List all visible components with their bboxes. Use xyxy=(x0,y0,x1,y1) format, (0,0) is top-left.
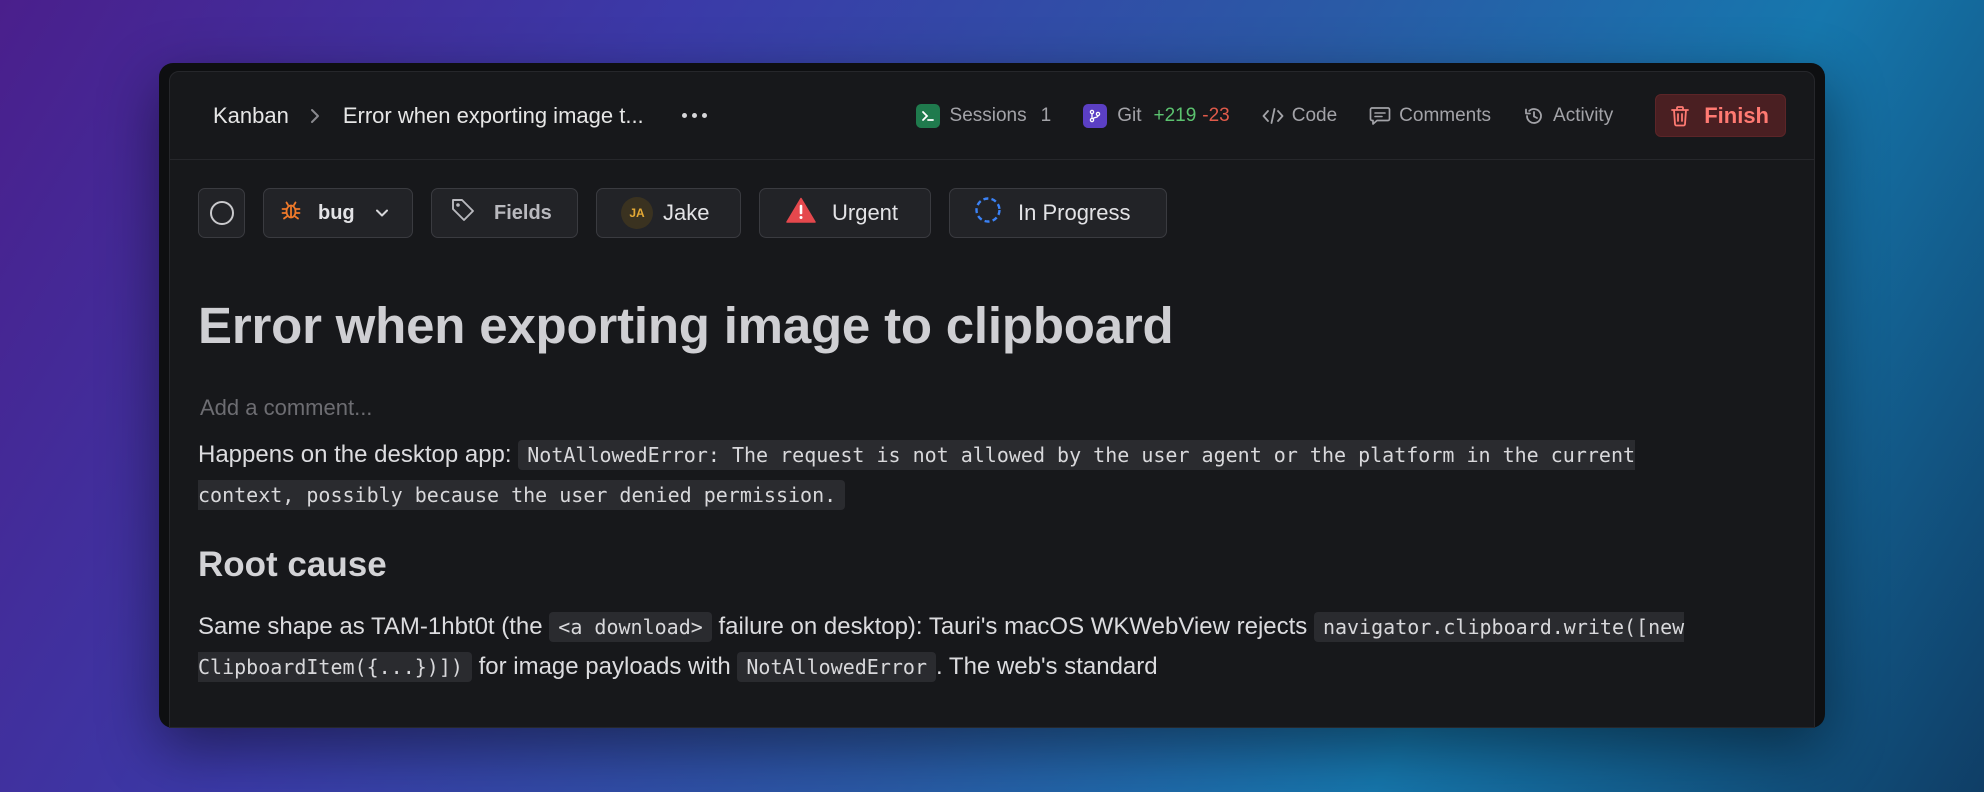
issue-tabs: Sessions 1 Git +219 -23 Code Comments Ac… xyxy=(915,103,1613,128)
code-icon xyxy=(1262,107,1284,125)
tab-comments-label: Comments xyxy=(1399,104,1492,126)
comment-input[interactable] xyxy=(198,395,898,421)
tab-git[interactable]: Git +219 -23 xyxy=(1083,103,1230,128)
top-bar: Kanban Error when exporting image t... S… xyxy=(170,72,1814,160)
tab-sessions[interactable]: Sessions 1 xyxy=(915,103,1052,128)
in-progress-icon xyxy=(974,196,1002,230)
issue-title[interactable]: Error when exporting image to clipboard xyxy=(198,296,1814,355)
tab-activity[interactable]: Activity xyxy=(1523,105,1613,127)
chevron-right-icon xyxy=(309,108,321,124)
priority-button[interactable]: Urgent xyxy=(759,188,931,238)
status-toggle-button[interactable] xyxy=(198,188,245,238)
root-cause-text-a: Same shape as TAM-1hbt0t (the xyxy=(198,613,543,640)
tab-sessions-label: Sessions xyxy=(949,104,1027,126)
priority-label: Urgent xyxy=(832,200,899,225)
tab-comments[interactable]: Comments xyxy=(1369,105,1491,127)
fields-button[interactable]: Fields xyxy=(431,188,578,238)
warning-icon xyxy=(786,197,816,229)
root-cause-text-c: for image payloads with xyxy=(478,653,731,680)
issue-content: bug Fields JA Jake Urgent In Progress Er… xyxy=(170,160,1814,687)
root-cause-text-b: failure on desktop): Tauri's macOS WKWeb… xyxy=(718,613,1308,640)
tab-code[interactable]: Code xyxy=(1262,105,1337,127)
circle-icon xyxy=(209,201,234,225)
root-cause-paragraph: Same shape as TAM-1hbt0t (the <a downloa… xyxy=(198,607,1718,687)
trash-icon xyxy=(1670,105,1690,127)
git-additions: +219 xyxy=(1153,104,1197,126)
assignee-button[interactable]: JA Jake xyxy=(596,188,741,238)
app-window: Kanban Error when exporting image t... S… xyxy=(159,63,1825,728)
finish-button[interactable]: Finish xyxy=(1655,94,1786,137)
terminal-icon xyxy=(915,103,940,128)
issue-panel: Kanban Error when exporting image t... S… xyxy=(169,71,1815,728)
root-cause-text-d: . The web's standard xyxy=(936,653,1158,680)
description-paragraph: Happens on the desktop app: NotAllowedEr… xyxy=(198,435,1718,515)
history-icon xyxy=(1523,105,1545,127)
tab-code-label: Code xyxy=(1291,104,1338,126)
tag-icon xyxy=(450,197,476,229)
tab-git-label: Git xyxy=(1117,104,1142,126)
avatar: JA xyxy=(621,197,653,229)
status-button[interactable]: In Progress xyxy=(949,188,1167,238)
finish-label: Finish xyxy=(1704,102,1769,128)
tab-activity-label: Activity xyxy=(1553,104,1614,126)
comment-icon xyxy=(1369,106,1391,126)
git-branch-icon xyxy=(1083,103,1108,128)
sessions-count: 1 xyxy=(1040,104,1052,126)
type-dropdown[interactable]: bug xyxy=(263,188,413,238)
bug-icon xyxy=(280,199,302,227)
fields-label: Fields xyxy=(494,201,552,224)
chevron-down-icon xyxy=(375,208,389,218)
root-cause-heading: Root cause xyxy=(198,545,387,584)
inline-code-error: NotAllowedError xyxy=(737,652,937,682)
assignee-name: Jake xyxy=(663,200,710,225)
status-label: In Progress xyxy=(1018,200,1131,225)
breadcrumb-root[interactable]: Kanban xyxy=(213,103,289,129)
more-options-icon[interactable] xyxy=(681,113,707,118)
type-label: bug xyxy=(318,201,355,224)
property-chips: bug Fields JA Jake Urgent In Progress xyxy=(198,188,1814,238)
description-text: Happens on the desktop app: xyxy=(198,441,512,468)
breadcrumb-current[interactable]: Error when exporting image t... xyxy=(343,103,644,129)
git-deletions: -23 xyxy=(1202,104,1230,126)
inline-code-download: <a download> xyxy=(549,612,712,642)
